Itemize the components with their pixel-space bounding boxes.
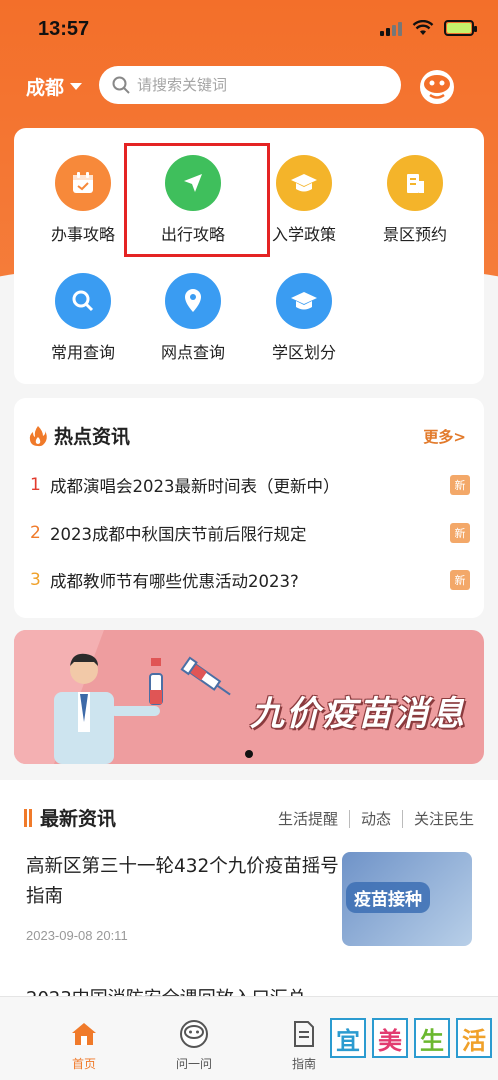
- tab-label: 首页: [71, 1057, 96, 1071]
- battery-icon: [444, 20, 477, 36]
- hot-news-item[interactable]: 2 2023成都中秋国庆节前后限行规定 新: [30, 518, 470, 548]
- search-icon: [112, 76, 130, 94]
- news-tabs: 生活提醒 动态 关注民生: [278, 808, 474, 829]
- hot-news-text: 成都教师节有哪些优惠活动2023?: [50, 572, 299, 591]
- tab-home[interactable]: 首页: [49, 1019, 119, 1072]
- service-item-guide[interactable]: 办事攻略: [28, 155, 138, 245]
- new-badge: 新: [450, 523, 470, 543]
- search-bar[interactable]: [99, 66, 401, 104]
- hot-news-text: 2023成都中秋国庆节前后限行规定: [50, 525, 307, 544]
- city-label: 成都: [26, 77, 65, 99]
- search-input[interactable]: [137, 76, 377, 94]
- graduation-cap-icon: [276, 273, 332, 329]
- watermark-char: 生: [414, 1018, 450, 1058]
- city-selector[interactable]: 成都: [26, 73, 83, 100]
- watermark-char: 宜: [330, 1018, 366, 1058]
- rank-number: 1: [30, 475, 41, 495]
- service-item-school-district[interactable]: 学区划分: [249, 273, 359, 363]
- watermark-logo: 宜 美 生 活: [330, 1018, 492, 1058]
- service-item-scenic[interactable]: 景区预约: [360, 155, 470, 245]
- doctor-illustration: [14, 630, 231, 764]
- tab-divider: [401, 809, 403, 828]
- search-icon: [55, 273, 111, 329]
- status-bar: 13:57: [0, 0, 498, 60]
- signal-icon: [380, 20, 402, 36]
- hot-news-item[interactable]: 3 成都教师节有哪些优惠活动2023? 新: [30, 565, 470, 595]
- service-label: 办事攻略: [50, 225, 115, 244]
- service-item-query[interactable]: 常用查询: [28, 273, 138, 363]
- calendar-icon: [55, 155, 111, 211]
- highlight-box: [124, 143, 270, 257]
- top-bar: 成都: [0, 66, 498, 106]
- service-label: 常用查询: [50, 343, 115, 362]
- tab-divider: [348, 809, 350, 828]
- hot-news-text: 成都演唱会2023最新时间表（更新中）: [50, 477, 340, 496]
- tab-label: 问一问: [175, 1057, 212, 1071]
- tab-ask[interactable]: 问一问: [159, 1019, 229, 1072]
- new-badge: 新: [450, 475, 470, 495]
- home-icon: [72, 1023, 96, 1045]
- robot-icon: [180, 1020, 208, 1048]
- section-marker-icon: [24, 808, 32, 827]
- carousel-dot[interactable]: [245, 750, 253, 758]
- news-thumbnail[interactable]: 疫苗接种: [342, 852, 472, 946]
- news-item-title[interactable]: 高新区第三十一轮432个九价疫苗摇号指南: [26, 852, 344, 912]
- tab-label: 指南: [291, 1057, 316, 1071]
- building-icon: [387, 155, 443, 211]
- latest-news-heading: 最新资讯: [40, 808, 117, 830]
- more-link[interactable]: 更多>: [423, 426, 466, 447]
- caret-down-icon: [70, 83, 83, 90]
- watermark-char: 美: [372, 1018, 408, 1058]
- banner-title: 九价疫苗消息: [250, 694, 466, 734]
- vaccine-banner[interactable]: 九价疫苗消息: [14, 630, 484, 764]
- rank-number: 2: [30, 523, 41, 543]
- watermark-char: 活: [456, 1018, 492, 1058]
- status-time: 13:57: [38, 18, 90, 40]
- document-icon: [294, 1021, 314, 1047]
- hot-news-card: 热点资讯 更多> 1 成都演唱会2023最新时间表（更新中） 新 2 2023成…: [14, 398, 484, 618]
- flame-icon: [29, 425, 47, 446]
- news-item-time: 2023-09-08 20:11: [26, 928, 128, 943]
- service-item-outlets[interactable]: 网点查询: [138, 273, 248, 363]
- tab-updates[interactable]: 动态: [361, 808, 391, 829]
- status-icons: [380, 20, 477, 36]
- tab-life-reminder[interactable]: 生活提醒: [278, 808, 338, 829]
- service-label: 网点查询: [160, 343, 225, 362]
- latest-news-section: 最新资讯 生活提醒 动态 关注民生 高新区第三十一轮432个九价疫苗摇号指南 2…: [0, 780, 498, 1000]
- hot-news-title: 热点资讯: [28, 422, 130, 449]
- robot-avatar-icon[interactable]: [417, 66, 457, 106]
- service-label: 景区预约: [382, 225, 447, 244]
- location-pin-icon: [165, 273, 221, 329]
- tab-guide[interactable]: 指南: [269, 1019, 339, 1072]
- new-badge: 新: [450, 570, 470, 590]
- thumbnail-label: 疫苗接种: [346, 882, 430, 913]
- wifi-icon: [412, 20, 434, 35]
- rank-number: 3: [30, 570, 41, 590]
- hot-news-heading: 热点资讯: [54, 426, 131, 448]
- latest-news-title: 最新资讯: [24, 804, 116, 831]
- tab-livelihood[interactable]: 关注民生: [414, 808, 474, 829]
- service-label: 学区划分: [271, 343, 336, 362]
- graduation-cap-icon: [276, 155, 332, 211]
- hot-news-item[interactable]: 1 成都演唱会2023最新时间表（更新中） 新: [30, 470, 470, 500]
